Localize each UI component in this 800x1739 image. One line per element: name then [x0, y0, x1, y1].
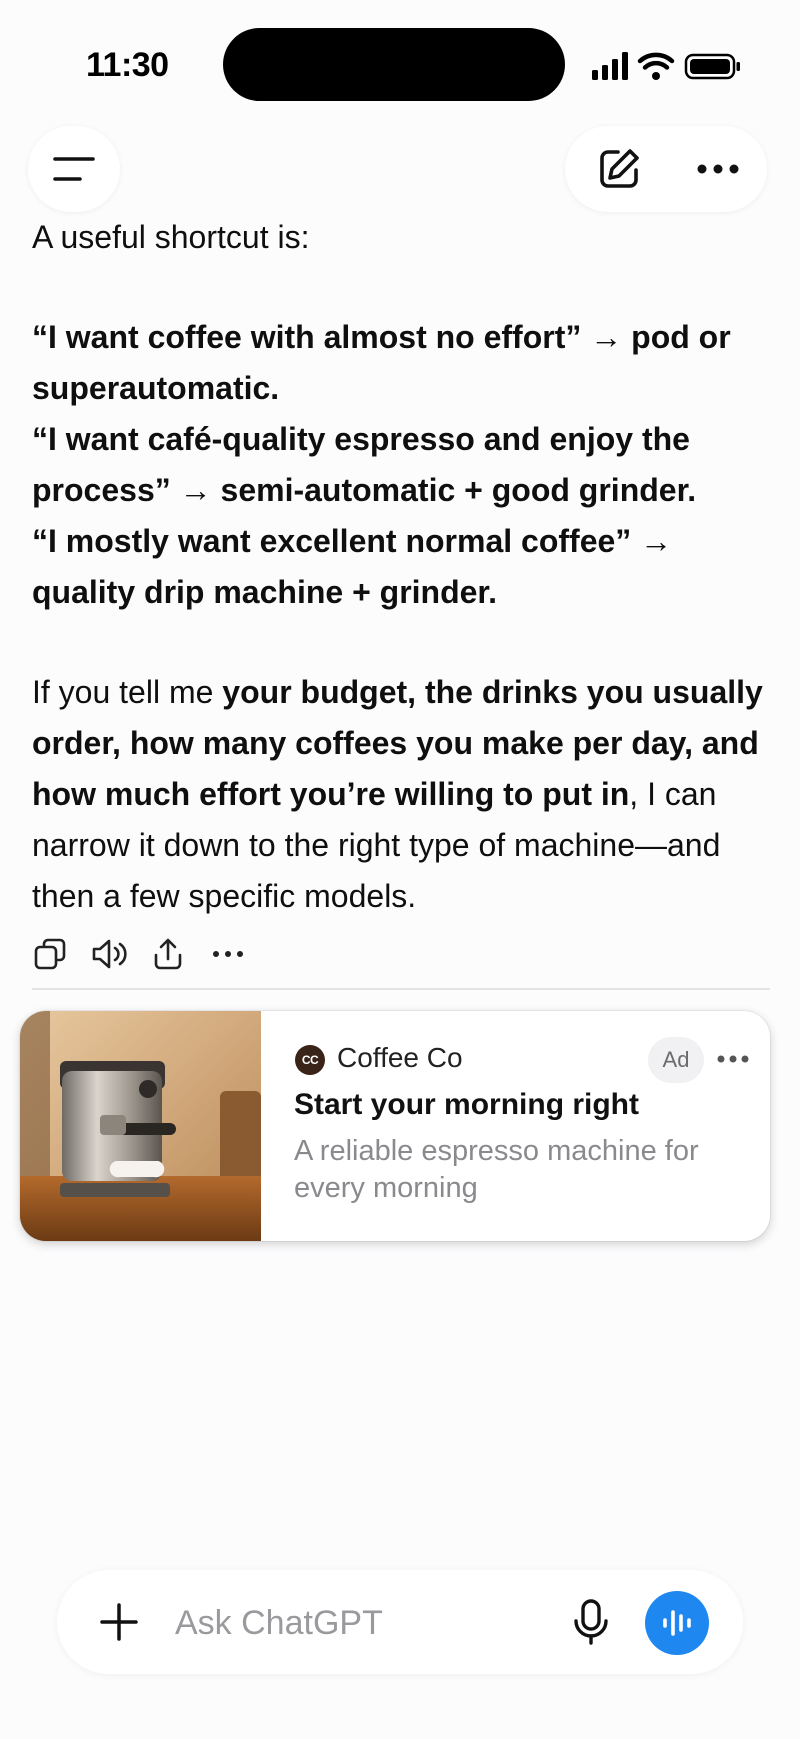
espresso-machine-image — [20, 1011, 261, 1241]
shortcut-item: “I want coffee with almost no effort” → … — [32, 319, 731, 406]
new-chat-button[interactable] — [574, 126, 664, 212]
message-actions — [28, 934, 268, 974]
status-bar: 11:30 — [0, 0, 800, 120]
shortcut-item: “I mostly want excellent normal coffee” … — [32, 523, 673, 610]
copy-button[interactable] — [30, 934, 70, 974]
voice-mode-icon — [663, 1610, 691, 1636]
top-bar — [0, 124, 800, 214]
add-attachment-button[interactable] — [99, 1602, 139, 1642]
signal-icon — [592, 52, 628, 80]
header-actions — [565, 126, 767, 212]
menu-button[interactable] — [28, 126, 120, 212]
chat-input[interactable] — [173, 1598, 537, 1648]
ad-title: Start your morning right — [294, 1088, 639, 1121]
ad-brand-name: Coffee Co — [337, 1042, 463, 1073]
status-time: 11:30 — [86, 46, 169, 84]
ad-card[interactable]: CC Coffee Co Ad Start your morning right… — [20, 1011, 770, 1241]
dictate-button[interactable] — [563, 1594, 619, 1650]
read-aloud-icon — [92, 939, 127, 969]
battery-icon — [684, 53, 740, 80]
copy-icon — [34, 938, 66, 970]
wifi-icon — [637, 52, 675, 80]
microphone-icon — [574, 1599, 608, 1645]
more-actions-button[interactable] — [208, 934, 248, 974]
message-closing: If you tell me your budget, the drinks y… — [32, 674, 763, 914]
composer — [57, 1570, 743, 1674]
dynamic-island — [223, 28, 565, 101]
brand-logo: CC — [295, 1045, 325, 1075]
plus-icon — [100, 1603, 138, 1641]
share-icon — [154, 938, 182, 970]
menu-icon — [53, 157, 95, 181]
voice-mode-button[interactable] — [645, 1591, 709, 1655]
more-options-icon — [697, 164, 739, 174]
ad-badge[interactable]: Ad — [648, 1037, 704, 1083]
more-icon — [717, 1055, 749, 1063]
share-button[interactable] — [148, 934, 188, 974]
ad-more-button[interactable] — [713, 1041, 753, 1077]
more-options-button[interactable] — [673, 126, 763, 212]
read-aloud-button[interactable] — [90, 934, 130, 974]
assistant-message: A useful shortcut is: “I want coffee wit… — [32, 212, 772, 922]
message-intro: A useful shortcut is: — [32, 219, 310, 255]
more-icon — [213, 951, 243, 957]
status-icons — [592, 50, 742, 82]
new-chat-icon — [600, 149, 639, 188]
divider — [32, 988, 770, 990]
shortcut-item: “I want café-quality espresso and enjoy … — [32, 421, 697, 508]
ad-description: A reliable espresso machine for every mo… — [294, 1135, 699, 1204]
